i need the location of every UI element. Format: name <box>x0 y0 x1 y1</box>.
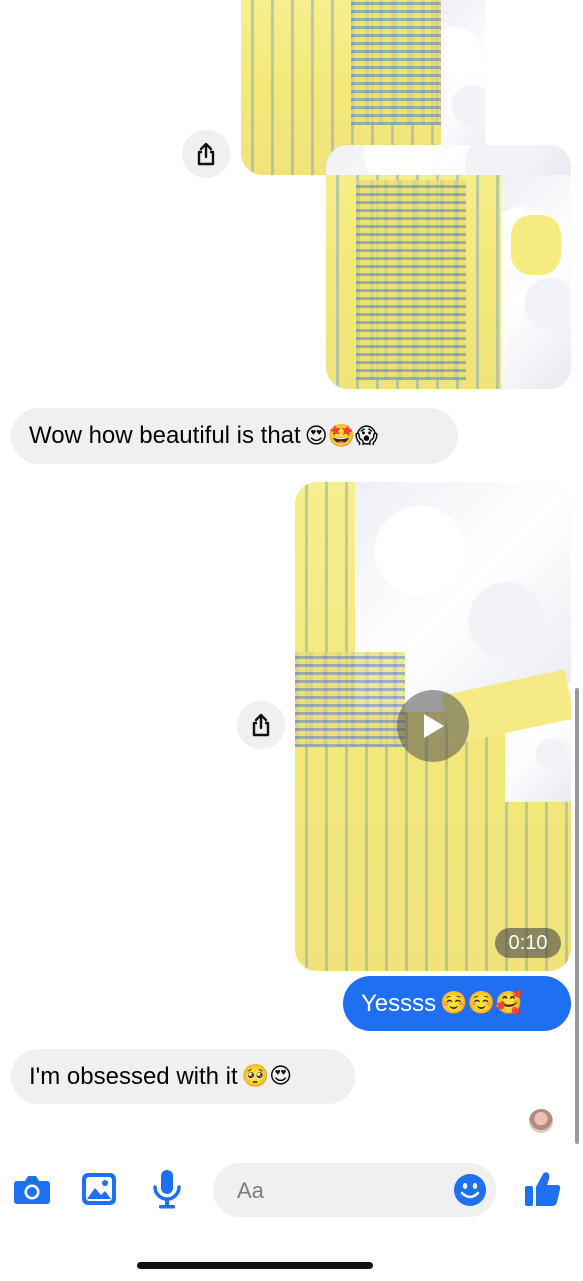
video-message[interactable]: 0:10 <box>295 482 571 971</box>
play-icon <box>424 714 444 738</box>
message-emojis: 🥺😍 <box>241 1064 292 1089</box>
incoming-message-bubble[interactable]: Wow how beautiful is that 😍🤩😱 <box>11 408 458 464</box>
video-duration-badge: 0:10 <box>495 928 561 958</box>
share-button-video[interactable] <box>237 701 285 749</box>
share-button-top[interactable] <box>182 130 230 178</box>
home-indicator[interactable] <box>137 1262 373 1269</box>
photo-message-second[interactable] <box>326 145 571 389</box>
video-duration: 0:10 <box>508 931 548 954</box>
camera-icon <box>14 1176 50 1204</box>
gallery-button[interactable] <box>81 1172 117 1206</box>
message-text: Yessss <box>361 989 437 1017</box>
message-input[interactable] <box>235 1163 439 1219</box>
microphone-icon <box>153 1170 181 1209</box>
read-receipt-avatar <box>529 1109 553 1133</box>
share-icon <box>197 142 215 166</box>
microphone-button[interactable] <box>152 1169 182 1209</box>
emoji-button[interactable] <box>453 1173 487 1207</box>
play-button[interactable] <box>397 690 469 762</box>
incoming-message-bubble[interactable]: I'm obsessed with it 🥺😍 <box>11 1049 355 1104</box>
thumbs-up-icon <box>525 1172 561 1206</box>
camera-button[interactable] <box>13 1172 51 1206</box>
message-emojis: 😍🤩😱 <box>304 423 378 449</box>
message-text: Wow how beautiful is that <box>29 422 301 449</box>
message-emojis: ☺️☺️🥰 <box>440 991 523 1016</box>
message-text: I'm obsessed with it <box>29 1062 238 1090</box>
scrollbar[interactable] <box>575 688 579 1144</box>
like-button[interactable] <box>524 1170 562 1208</box>
gallery-icon <box>82 1173 116 1205</box>
share-icon <box>252 713 270 737</box>
outgoing-message-bubble[interactable]: Yessss ☺️☺️🥰 <box>343 976 571 1031</box>
emoji-icon <box>454 1174 486 1206</box>
message-composer[interactable] <box>213 1163 496 1219</box>
